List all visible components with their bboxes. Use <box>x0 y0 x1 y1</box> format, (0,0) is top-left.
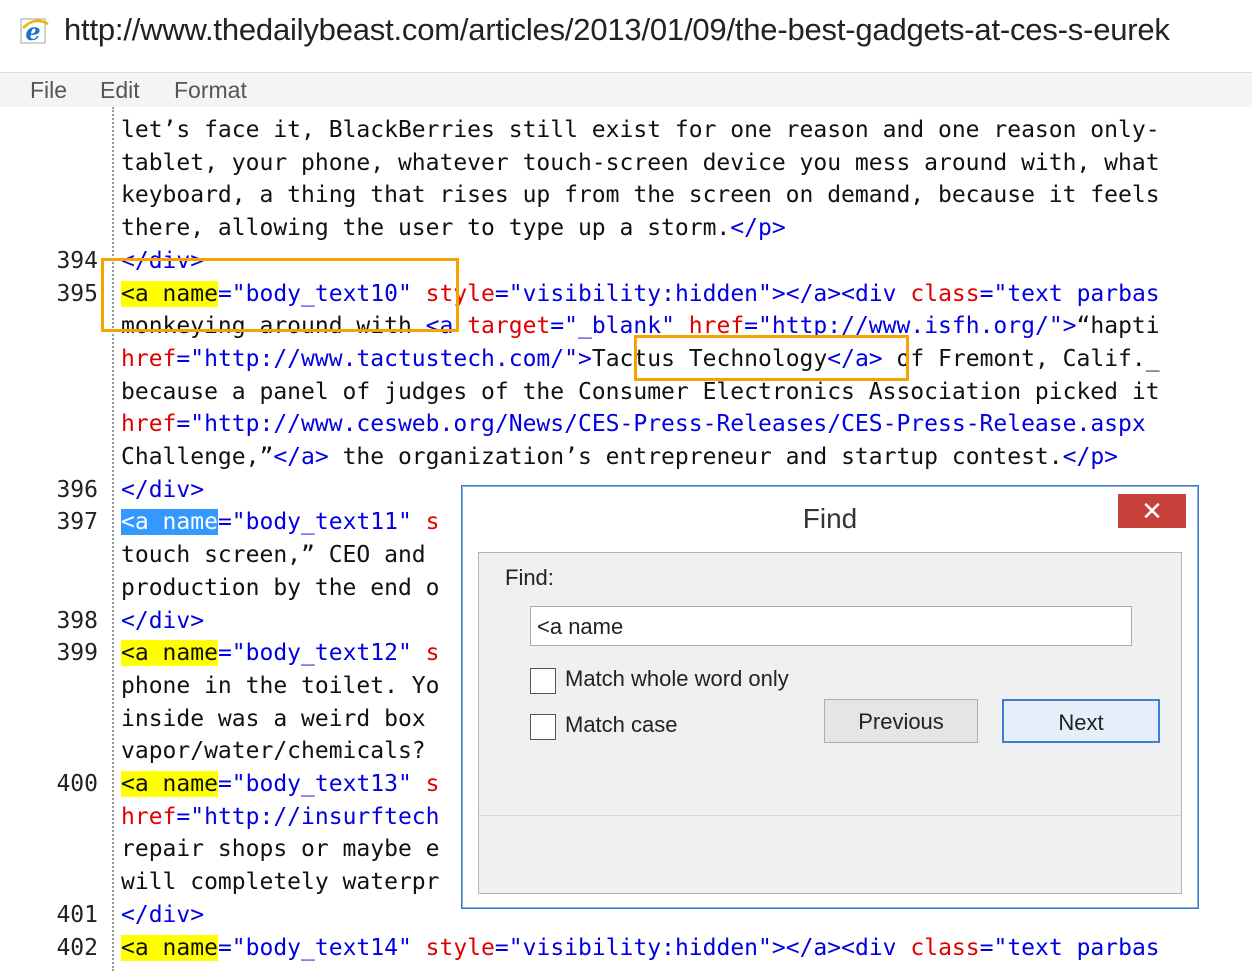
code-line: monkeying around with <a target="_blank"… <box>0 310 1252 343</box>
close-icon: ✕ <box>1141 496 1163 526</box>
code-line: href="http://www.cesweb.org/News/CES-Pre… <box>0 408 1252 441</box>
code-text: tablet, your phone, whatever touch-scree… <box>121 149 1160 176</box>
code-text: </div> <box>121 901 205 928</box>
code-text: because a panel of judges of the Consume… <box>121 378 1160 405</box>
code-text: <a name="body_text14" style="visibility:… <box>121 934 1160 961</box>
line-number: 401 <box>56 901 98 928</box>
code-line: href="http://www.tactustech.com/">Tactus… <box>0 343 1252 376</box>
line-number: 398 <box>56 607 98 634</box>
code-text: <a name="body_text10" style="visibility:… <box>121 280 1160 307</box>
code-text: </div> <box>121 476 205 503</box>
code-text: Challenge,”</a> the organization’s entre… <box>121 444 1119 470</box>
code-text: keyboard, a thing that rises up from the… <box>121 182 1160 209</box>
next-button[interactable]: Next <box>1002 699 1160 743</box>
code-line: 402 <a name="body_text14" style="visibili… <box>0 932 1252 965</box>
line-number: 402 <box>56 934 98 961</box>
code-text: </div> <box>121 247 205 274</box>
code-text: production by the end o <box>121 574 440 601</box>
code-line: keyboard, a thing that rises up from the… <box>0 179 1252 212</box>
code-line: 395 <a name="body_text10" style="visibili… <box>0 278 1252 311</box>
menu-bar: File Edit Format <box>0 72 1252 107</box>
code-text: let’s face it, BlackBerries still exist … <box>121 117 1160 143</box>
line-number: 395 <box>56 280 98 307</box>
find-label: Find: <box>505 565 554 590</box>
code-line: let’s face it, BlackBerries still exist … <box>0 114 1252 147</box>
line-number: 396 <box>56 476 98 503</box>
internet-explorer-icon: e <box>20 17 49 46</box>
line-number: 400 <box>56 771 98 797</box>
match-whole-word-checkbox[interactable] <box>530 668 556 694</box>
code-line: there, allowing the user to type up a st… <box>0 212 1252 245</box>
close-button[interactable]: ✕ <box>1118 494 1186 528</box>
menu-format[interactable]: Format <box>174 77 247 104</box>
line-number: 394 <box>56 247 98 274</box>
find-dialog: Find ✕ Find: <a name Match whole word on… <box>461 485 1199 909</box>
code-text: href="http://www.tactustech.com/">Tactus… <box>121 345 1160 372</box>
code-line: Challenge,”</a> the organization’s entre… <box>0 441 1252 474</box>
match-whole-word-label: Match whole word only <box>565 666 789 691</box>
code-text: href="http://www.cesweb.org/News/CES-Pre… <box>121 411 1146 438</box>
line-number: 399 <box>56 640 98 667</box>
dialog-divider <box>479 815 1181 816</box>
find-input[interactable]: <a name <box>530 606 1132 646</box>
code-text: monkeying around with <a target="_blank"… <box>121 313 1160 340</box>
code-text: there, allowing the user to type up a st… <box>121 215 786 242</box>
find-dialog-title: Find <box>802 503 858 534</box>
code-text: </div> <box>121 607 205 634</box>
url-text: http://www.thedailybeast.com/articles/20… <box>64 12 1170 47</box>
code-line: tablet, your phone, whatever touch-scree… <box>0 147 1252 180</box>
match-case-checkbox[interactable] <box>530 714 556 740</box>
menu-file[interactable]: File <box>30 77 67 104</box>
menu-edit[interactable]: Edit <box>100 77 140 104</box>
address-bar: e http://www.thedailybeast.com/articles/… <box>0 0 1252 72</box>
code-line: 394 </div> <box>0 245 1252 278</box>
match-case-label: Match case <box>565 712 678 737</box>
code-line: because a panel of judges of the Consume… <box>0 376 1252 409</box>
previous-button[interactable]: Previous <box>824 699 978 743</box>
line-number: 397 <box>56 509 98 536</box>
